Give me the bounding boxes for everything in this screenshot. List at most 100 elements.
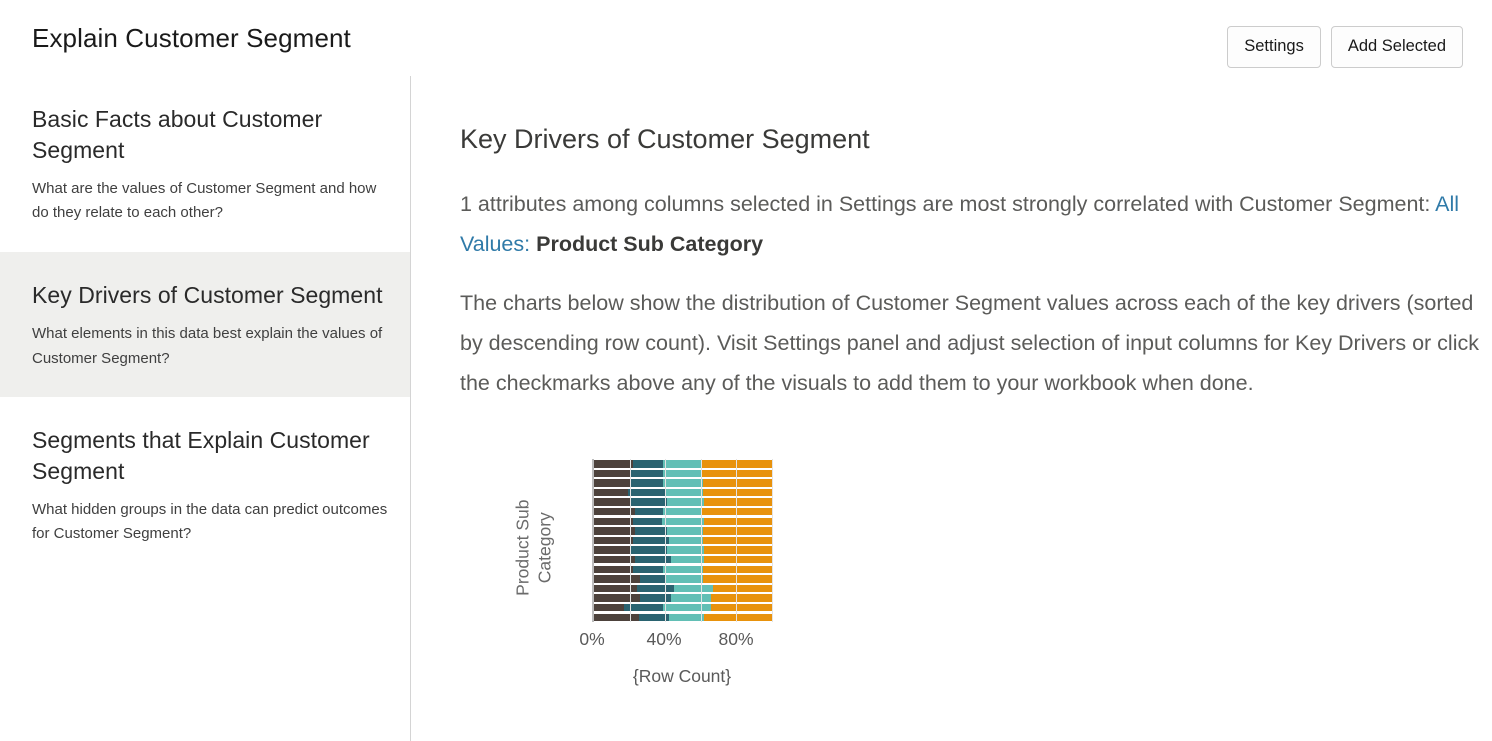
chart-bar-row: [594, 488, 772, 498]
main-content: Key Drivers of Customer Segment 1 attrib…: [412, 76, 1492, 741]
instructions-paragraph: The charts below show the distribution o…: [460, 283, 1480, 404]
chart-bar-segment: [667, 546, 704, 553]
chart-gridline: [772, 459, 773, 622]
chart-bars: [594, 459, 772, 622]
sidebar-item-description: What hidden groups in the data can predi…: [32, 498, 392, 547]
chart-bar-row: [594, 574, 772, 584]
sidebar-item-description: What are the values of Customer Segment …: [32, 177, 392, 226]
chart-bar-row: [594, 593, 772, 603]
chart-bar-segment: [594, 546, 631, 553]
chart-x-axis-label: {Row Count}: [592, 666, 772, 687]
chart-bar-segment: [635, 527, 667, 534]
chart-bar-segment: [633, 460, 663, 467]
chart-gridline: [701, 459, 702, 622]
chart-bar-row: [594, 536, 772, 546]
chart-bar-segment: [594, 614, 639, 621]
chart-bar-segment: [669, 537, 703, 544]
chart-bar-segment: [711, 594, 772, 601]
chart-bar-row: [594, 565, 772, 575]
page-title: Explain Customer Segment: [32, 23, 351, 54]
chart-bar-row: [594, 507, 772, 517]
chart-bar-row: [594, 603, 772, 613]
chart-bar-segment: [667, 498, 704, 505]
sidebar-item-key-drivers[interactable]: Key Drivers of Customer Segment What ele…: [0, 252, 410, 397]
chart-bar-segment: [663, 460, 700, 467]
chart-bar-segment: [640, 575, 665, 582]
correlation-summary-paragraph: 1 attributes among columns selected in S…: [460, 184, 1480, 264]
body-area: Basic Facts about Customer Segment What …: [0, 76, 1492, 741]
chart-bar-segment: [674, 585, 713, 592]
chart-gridline: [665, 459, 666, 622]
chart-bar-segment: [594, 566, 633, 573]
settings-button[interactable]: Settings: [1227, 26, 1321, 68]
sidebar-item-title: Key Drivers of Customer Segment: [32, 280, 392, 311]
chart-gridline: [630, 459, 631, 622]
chart-bar-segment: [663, 566, 702, 573]
chart-bar-segment: [665, 489, 702, 496]
chart-bar-segment: [631, 498, 667, 505]
chart-bar-segment: [594, 537, 633, 544]
chart-bar-segment: [671, 594, 712, 601]
sidebar-item-title: Segments that Explain Customer Segment: [32, 425, 392, 486]
chart-bar-row: [594, 497, 772, 507]
chart-bar-segment: [669, 614, 705, 621]
chart-x-axis-ticks: 0%40%80%: [592, 629, 772, 653]
add-selected-button[interactable]: Add Selected: [1331, 26, 1463, 68]
y-axis-label-line1: Product Sub: [512, 500, 534, 596]
chart-x-tick-label: 40%: [646, 629, 681, 650]
chart-bar-segment: [665, 575, 702, 582]
chart-bar-row: [594, 526, 772, 536]
chart-bar-segment: [671, 556, 705, 563]
chart-bar-segment: [594, 604, 624, 611]
chart-bar-segment: [635, 508, 663, 515]
chart-bar-segment: [704, 518, 772, 525]
chart-plot-area: [592, 459, 772, 622]
chart-bar-segment: [594, 479, 631, 486]
chart-bar-segment: [594, 498, 631, 505]
chart-bar-segment: [594, 489, 628, 496]
sidebar-item-basic-facts[interactable]: Basic Facts about Customer Segment What …: [0, 76, 410, 252]
y-axis-label-line2: Category: [534, 500, 556, 596]
chart-bar-segment: [663, 508, 700, 515]
explain-customer-segment-page: Explain Customer Segment Settings Add Se…: [0, 0, 1492, 741]
chart-bar-row: [594, 469, 772, 479]
chart-bar-segment: [594, 594, 640, 601]
chart-bar-segment: [663, 479, 702, 486]
chart-bar-row: [594, 613, 772, 623]
chart-bar-segment: [637, 585, 674, 592]
chart-gridline: [736, 459, 737, 622]
chart-bar-segment: [633, 537, 669, 544]
chart-bar-segment: [663, 604, 711, 611]
chart-bar-segment: [667, 527, 703, 534]
chart-bar-segment: [631, 546, 667, 553]
chart-bar-segment: [631, 479, 663, 486]
header-actions: Settings Add Selected: [1227, 26, 1463, 68]
chart-x-tick-label: 0%: [579, 629, 604, 650]
sidebar: Basic Facts about Customer Segment What …: [0, 76, 411, 741]
chart-y-axis-label: Product SubCategory: [470, 468, 598, 628]
page-header: Explain Customer Segment Settings Add Se…: [0, 0, 1492, 76]
chart-bar-segment: [633, 518, 661, 525]
sidebar-item-title: Basic Facts about Customer Segment: [32, 104, 392, 165]
summary-text-before: 1 attributes among columns selected in S…: [460, 192, 1435, 216]
sidebar-item-segments[interactable]: Segments that Explain Customer Segment W…: [0, 397, 410, 573]
chart-bar-segment: [662, 518, 705, 525]
chart-bar-segment: [663, 470, 700, 477]
chart-x-tick-label: 80%: [718, 629, 753, 650]
chart-bar-segment: [713, 585, 772, 592]
chart-bar-row: [594, 555, 772, 565]
chart-bar-row: [594, 584, 772, 594]
chart-bar-row: [594, 478, 772, 488]
chart-bar-segment: [631, 470, 663, 477]
chart-bar-segment: [711, 604, 772, 611]
chart-bar-row: [594, 545, 772, 555]
chart-bar-segment: [594, 460, 633, 467]
chart-bar-segment: [704, 498, 772, 505]
chart-bar-row: [594, 517, 772, 527]
chart-bar-segment: [594, 575, 640, 582]
key-driver-chart[interactable]: Product SubCategory 0% 40% 80% {Row Count}: [460, 454, 800, 709]
chart-bar-segment: [633, 566, 663, 573]
chart-bar-segment: [628, 489, 665, 496]
chart-bar-segment: [704, 556, 772, 563]
chart-bar-row: [594, 459, 772, 469]
